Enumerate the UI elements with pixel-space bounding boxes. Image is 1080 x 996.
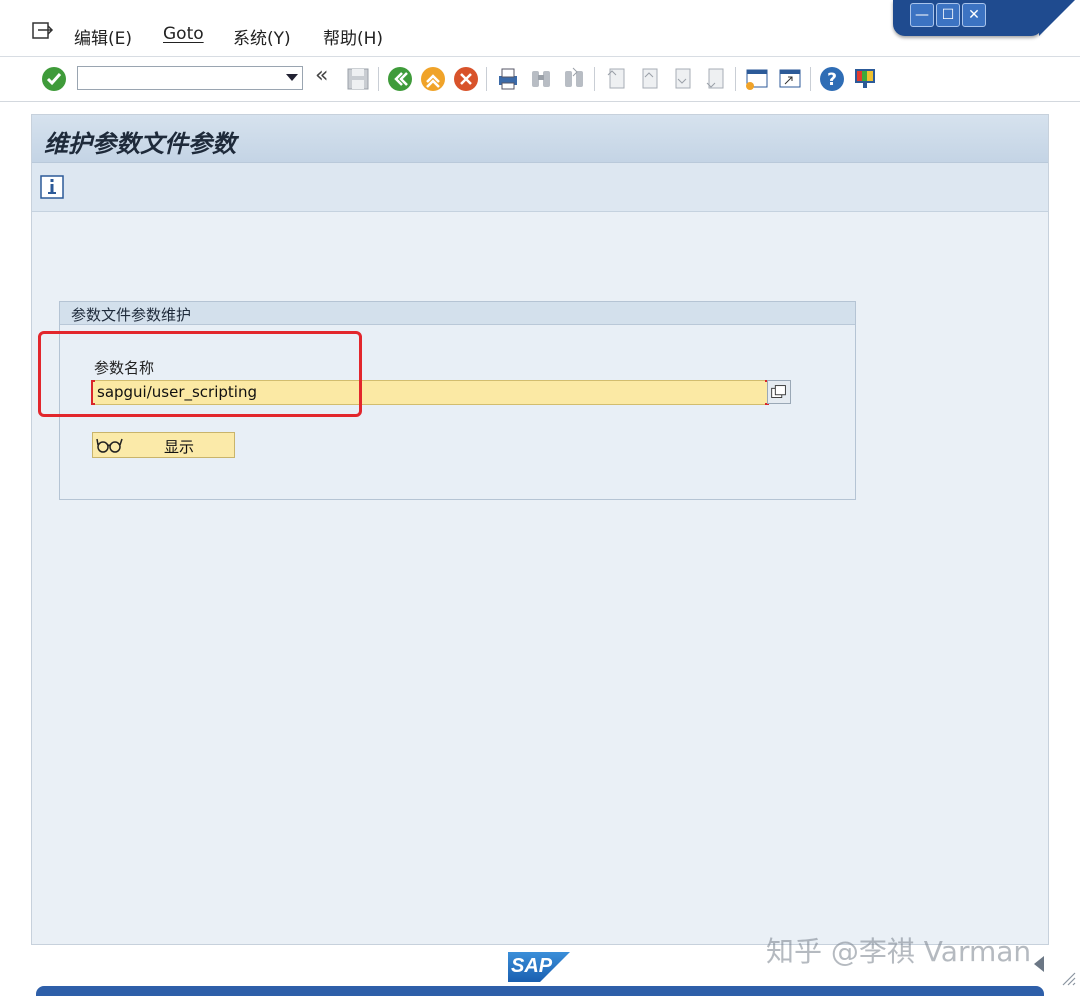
last-page-icon[interactable] bbox=[701, 65, 729, 93]
display-button-label: 显示 bbox=[164, 438, 195, 456]
menu-expand-icon[interactable] bbox=[32, 22, 54, 40]
menu-edit[interactable]: 编辑(E) bbox=[74, 24, 132, 49]
toolbar-separator bbox=[810, 67, 811, 91]
previous-page-icon[interactable] bbox=[635, 65, 663, 93]
value-help-button[interactable] bbox=[767, 380, 791, 404]
window-controls: — ☐ ✕ bbox=[893, 0, 1075, 36]
menu-goto[interactable]: Goto bbox=[163, 24, 204, 44]
save-icon[interactable] bbox=[344, 65, 372, 93]
find-icon[interactable] bbox=[527, 65, 555, 93]
watermark: 知乎 @李祺 Varman bbox=[766, 935, 1032, 968]
svg-text:?: ? bbox=[827, 70, 837, 90]
collapse-toolbar-icon[interactable]: « bbox=[315, 63, 328, 88]
next-page-icon[interactable] bbox=[668, 65, 696, 93]
page-title: 维护参数文件参数 bbox=[44, 130, 236, 158]
toolbar-separator bbox=[378, 67, 379, 91]
toolbar-separator bbox=[486, 67, 487, 91]
customize-layout-icon[interactable] bbox=[851, 65, 879, 93]
glasses-icon bbox=[96, 436, 124, 454]
maximize-button[interactable]: ☐ bbox=[936, 3, 960, 27]
scroll-left-icon[interactable] bbox=[1034, 956, 1044, 972]
info-icon[interactable] bbox=[40, 175, 64, 199]
status-bar bbox=[36, 986, 1044, 996]
enter-check-icon[interactable] bbox=[40, 65, 68, 93]
print-icon[interactable] bbox=[494, 65, 522, 93]
command-field[interactable] bbox=[77, 66, 303, 90]
find-next-icon[interactable] bbox=[560, 65, 588, 93]
new-session-icon[interactable] bbox=[743, 65, 771, 93]
menu-system[interactable]: 系统(Y) bbox=[233, 24, 291, 49]
toolbar-separator bbox=[594, 67, 595, 91]
help-icon[interactable]: ? bbox=[818, 65, 846, 93]
annotation-highlight bbox=[38, 331, 362, 417]
shortcut-icon[interactable] bbox=[776, 65, 804, 93]
application-toolbar bbox=[32, 163, 1048, 212]
standard-toolbar: « ? bbox=[0, 57, 1080, 102]
resize-grip-icon[interactable] bbox=[1060, 970, 1076, 986]
title-strip: 维护参数文件参数 bbox=[32, 115, 1048, 163]
menu-bar: 编辑(E) Goto 系统(Y) 帮助(H) — ☐ ✕ bbox=[0, 0, 1080, 57]
menu-help[interactable]: 帮助(H) bbox=[323, 24, 383, 49]
first-page-icon[interactable] bbox=[602, 65, 630, 93]
sap-logo-text: SAP bbox=[511, 955, 553, 977]
close-button[interactable]: ✕ bbox=[962, 3, 986, 27]
exit-icon[interactable] bbox=[419, 65, 447, 93]
group-title: 参数文件参数维护 bbox=[71, 306, 192, 324]
cancel-icon[interactable] bbox=[452, 65, 480, 93]
chevron-down-icon[interactable] bbox=[286, 74, 298, 81]
sap-logo: SAP bbox=[508, 952, 570, 982]
minimize-button[interactable]: — bbox=[910, 3, 934, 27]
group-header: 参数文件参数维护 bbox=[60, 302, 855, 325]
toolbar-separator bbox=[735, 67, 736, 91]
main-screen-area: 维护参数文件参数 参数文件参数维护 参数名称 sapgui/user_scrip… bbox=[31, 114, 1049, 945]
back-icon[interactable] bbox=[386, 65, 414, 93]
display-button[interactable]: 显示 bbox=[92, 432, 235, 458]
